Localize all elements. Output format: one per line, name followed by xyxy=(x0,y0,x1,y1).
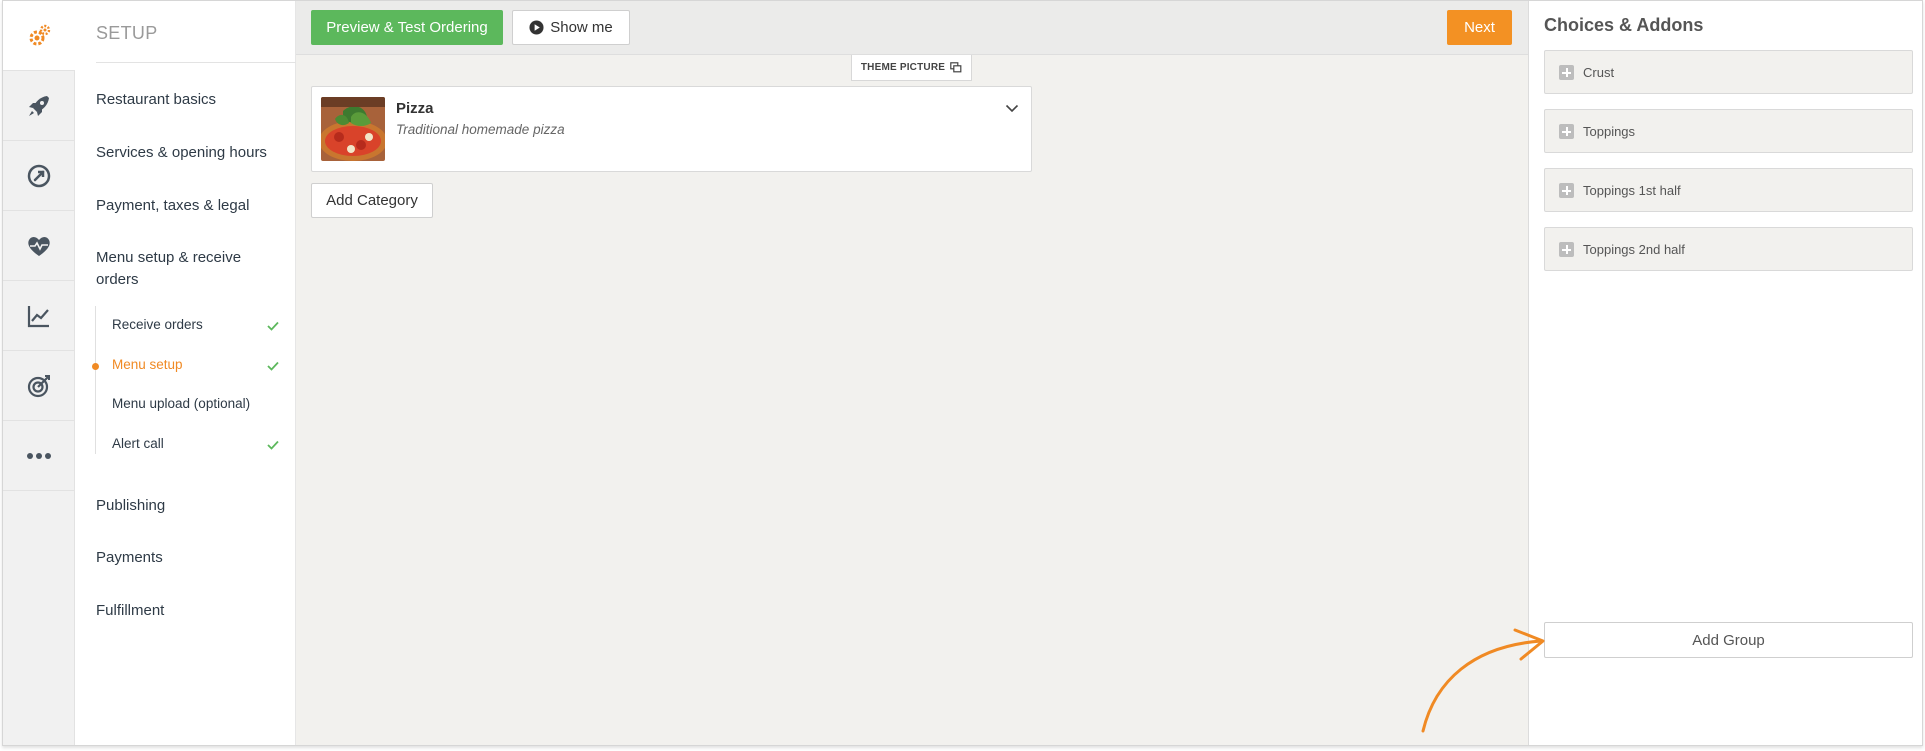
rail-item-health[interactable] xyxy=(3,211,75,281)
nav-item-restaurant-basics[interactable]: Restaurant basics xyxy=(96,89,216,111)
group-toppings-1st-half[interactable]: Toppings 1st half xyxy=(1544,168,1913,212)
group-label: Toppings 1st half xyxy=(1583,183,1681,198)
dashboard-icon xyxy=(27,164,51,187)
heart-pulse-icon xyxy=(28,236,50,256)
group-label: Toppings 2nd half xyxy=(1583,242,1685,257)
nav-divider xyxy=(96,62,296,63)
main-content: Preview & Test Ordering Show me Next THE… xyxy=(296,1,1528,745)
copy-icon xyxy=(950,62,962,73)
nav-item-menu-setup[interactable]: Menu setup & receive orders xyxy=(96,247,266,291)
next-button[interactable]: Next xyxy=(1447,10,1512,45)
group-toppings[interactable]: Toppings xyxy=(1544,109,1913,153)
group-crust[interactable]: Crust xyxy=(1544,50,1913,94)
rail-item-marketing[interactable] xyxy=(3,351,75,421)
rail-item-setup[interactable] xyxy=(3,1,75,71)
rail-item-dashboard[interactable] xyxy=(3,141,75,211)
plus-icon xyxy=(1559,183,1574,198)
chevron-down-icon[interactable] xyxy=(1005,101,1019,115)
check-icon xyxy=(267,321,279,331)
theme-picture-tab[interactable]: THEME PICTURE xyxy=(851,55,972,81)
active-indicator-dot xyxy=(92,363,99,370)
group-label: Toppings xyxy=(1583,124,1636,139)
group-label: Crust xyxy=(1583,65,1615,80)
rail-item-more[interactable] xyxy=(3,421,75,491)
more-icon xyxy=(27,452,51,459)
icon-rail xyxy=(3,1,75,745)
chart-icon xyxy=(27,305,49,327)
nav-item-payments[interactable]: Payments xyxy=(96,547,163,569)
group-toppings-2nd-half[interactable]: Toppings 2nd half xyxy=(1544,227,1913,271)
plus-icon xyxy=(1559,65,1574,80)
nav-item-payment-taxes[interactable]: Payment, taxes & legal xyxy=(96,195,249,217)
add-category-button[interactable]: Add Category xyxy=(311,183,433,218)
category-card-pizza[interactable]: Pizza Traditional homemade pizza xyxy=(311,86,1032,172)
nav-item-fulfillment[interactable]: Fulfillment xyxy=(96,600,164,622)
nav-item-publishing[interactable]: Publishing xyxy=(96,495,165,517)
sub-item-alert-call[interactable]: Alert call xyxy=(112,436,164,451)
rail-item-launch[interactable] xyxy=(3,71,75,141)
sub-item-menu-upload[interactable]: Menu upload (optional) xyxy=(112,396,250,411)
gears-icon xyxy=(29,24,51,45)
rocket-icon xyxy=(29,95,49,116)
category-image xyxy=(321,97,385,161)
sub-item-receive-orders[interactable]: Receive orders xyxy=(112,317,203,332)
category-description: Traditional homemade pizza xyxy=(396,122,565,137)
preview-test-ordering-button[interactable]: Preview & Test Ordering xyxy=(311,10,503,45)
theme-picture-label: THEME PICTURE xyxy=(860,62,946,73)
show-me-button[interactable]: Show me xyxy=(512,10,630,45)
rail-item-analytics[interactable] xyxy=(3,281,75,351)
choices-addons-panel: Choices & Addons Crust Toppings Toppings… xyxy=(1528,1,1922,745)
nav-title: SETUP xyxy=(96,23,158,43)
play-icon xyxy=(529,20,544,35)
category-name: Pizza xyxy=(396,100,434,117)
app-window: SETUP Restaurant basics Services & openi… xyxy=(2,0,1923,746)
check-icon xyxy=(267,361,279,371)
sub-item-menu-setup[interactable]: Menu setup xyxy=(112,357,183,372)
check-icon xyxy=(267,440,279,450)
setup-nav: SETUP Restaurant basics Services & openi… xyxy=(75,1,296,745)
add-group-button[interactable]: Add Group xyxy=(1544,622,1913,658)
show-me-label: Show me xyxy=(550,19,613,36)
panel-title: Choices & Addons xyxy=(1544,15,1704,35)
sub-nav-line xyxy=(95,306,96,454)
toolbar: Preview & Test Ordering Show me Next xyxy=(296,1,1528,55)
plus-icon xyxy=(1559,124,1574,139)
nav-item-services-hours[interactable]: Services & opening hours xyxy=(96,142,267,164)
target-icon xyxy=(27,374,50,397)
plus-icon xyxy=(1559,242,1574,257)
